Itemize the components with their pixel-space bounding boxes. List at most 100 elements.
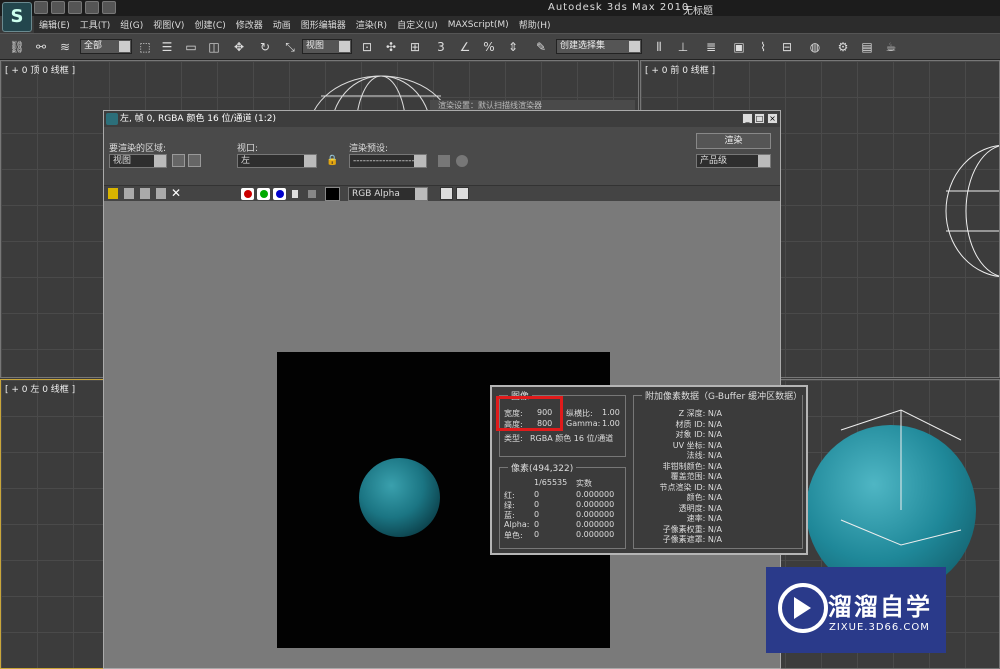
pixel-row-v2: 0.000000 bbox=[576, 490, 615, 499]
gbuffer-row: 颜色: N/A bbox=[686, 493, 722, 502]
render-setup-icon[interactable]: ⚙ bbox=[834, 38, 852, 56]
scale-icon[interactable]: ⤡ bbox=[281, 38, 299, 56]
render-button[interactable]: 渲染 bbox=[696, 133, 771, 149]
bind-spacewarp-icon[interactable]: ≋ bbox=[56, 38, 74, 56]
new-file-icon[interactable] bbox=[34, 1, 48, 14]
toggle-ui-icon[interactable] bbox=[456, 187, 469, 200]
gbuffer-row: 覆盖范围: N/A bbox=[670, 472, 722, 481]
named-selection-dropdown[interactable]: 创建选择集 bbox=[556, 39, 642, 54]
menu-item[interactable]: 渲染(R) bbox=[351, 18, 392, 31]
menu-item[interactable]: 组(G) bbox=[115, 18, 148, 31]
rotate-icon[interactable]: ↻ bbox=[256, 38, 274, 56]
minimize-button[interactable]: _ bbox=[742, 113, 753, 124]
menu-item[interactable]: 工具(T) bbox=[75, 18, 116, 31]
red-channel-toggle[interactable] bbox=[241, 188, 254, 200]
menu-item[interactable]: 动画 bbox=[268, 18, 296, 31]
save-image-icon[interactable] bbox=[108, 188, 118, 199]
clear-icon[interactable]: ✕ bbox=[171, 186, 181, 200]
blue-channel-toggle[interactable] bbox=[273, 188, 286, 200]
viewport-label-front[interactable]: [ + 0 前 0 线框 ] bbox=[645, 63, 715, 76]
main-toolbar: ⛓ ⚯ ≋ 全部 ⬚ ☰ ▭ ◫ ✥ ↻ ⤡ 视图 ⊡ ✣ ⊞ 3 ∠ % ⇕ … bbox=[0, 33, 1000, 60]
select-by-name-icon[interactable]: ☰ bbox=[158, 38, 176, 56]
select-object-icon[interactable]: ⬚ bbox=[136, 38, 154, 56]
graphite-tools-icon[interactable]: ▣ bbox=[730, 38, 748, 56]
render-quality-dropdown[interactable]: 产品级 bbox=[696, 154, 771, 168]
preset-dropdown[interactable]: ------------------- bbox=[349, 154, 427, 168]
rendered-frame-icon[interactable]: ▤ bbox=[858, 38, 876, 56]
auto-region-icon[interactable] bbox=[188, 154, 201, 167]
preset-save-icon[interactable] bbox=[438, 155, 450, 167]
move-icon[interactable]: ✥ bbox=[230, 38, 248, 56]
unlink-icon[interactable]: ⚯ bbox=[32, 38, 50, 56]
select-link-icon[interactable]: ⛓ bbox=[8, 38, 26, 56]
quick-render-icon[interactable]: ☕ bbox=[882, 38, 900, 56]
pivot-center-icon[interactable]: ⊡ bbox=[358, 38, 376, 56]
pixel-head-int: 1/65535 bbox=[534, 478, 568, 487]
pixel-row-name: 单色: bbox=[504, 531, 523, 540]
menu-item[interactable]: 图形编辑器 bbox=[296, 18, 351, 31]
app-logo-button[interactable]: S bbox=[2, 2, 32, 32]
toggle-ui-overlay-icon[interactable] bbox=[440, 187, 453, 200]
channel-dropdown[interactable]: RGB Alpha bbox=[348, 187, 428, 201]
green-channel-toggle[interactable] bbox=[257, 188, 270, 200]
open-file-icon[interactable] bbox=[51, 1, 65, 14]
keyboard-shortcut-icon[interactable]: ⊞ bbox=[406, 38, 424, 56]
watermark-url: ZIXUE.3D66.COM bbox=[829, 622, 930, 633]
type-value: RGBA 颜色 16 位/通道 bbox=[530, 434, 614, 443]
print-icon[interactable] bbox=[156, 188, 166, 199]
pixel-row-v1: 0 bbox=[534, 520, 540, 529]
menu-item[interactable]: 视图(V) bbox=[148, 18, 189, 31]
menu-item[interactable]: 创建(C) bbox=[189, 18, 230, 31]
maximize-button[interactable]: □ bbox=[754, 113, 765, 124]
layer-manager-icon[interactable]: ≣ bbox=[702, 38, 720, 56]
render-window-title: 左, 帧 0, RGBA 颜色 16 位/通道 (1:2) bbox=[104, 111, 780, 127]
color-swatch[interactable] bbox=[325, 187, 340, 201]
viewport-select-label: 视口: bbox=[237, 144, 259, 154]
reference-coord-dropdown[interactable]: 视图 bbox=[302, 39, 352, 54]
aspect-label: 纵横比: bbox=[566, 409, 593, 418]
window-crossing-icon[interactable]: ◫ bbox=[205, 38, 223, 56]
viewport-label-left[interactable]: [ + 0 左 0 线框 ] bbox=[5, 382, 75, 395]
menu-item[interactable]: 帮助(H) bbox=[514, 18, 556, 31]
copy-image-icon[interactable] bbox=[124, 188, 134, 199]
pixel-row-name: Alpha: bbox=[504, 520, 530, 529]
area-dropdown[interactable]: 视图 bbox=[109, 154, 167, 168]
angle-snap-icon[interactable]: ∠ bbox=[456, 38, 474, 56]
watermark-triangle-icon bbox=[794, 597, 811, 619]
viewport-dropdown[interactable]: 左 bbox=[237, 154, 317, 168]
spinner-snap-icon[interactable]: ⇕ bbox=[504, 38, 522, 56]
redo-icon[interactable] bbox=[102, 1, 116, 14]
lock-icon[interactable]: 🔒 bbox=[326, 155, 338, 167]
gbuffer-group-title: 附加像素数据（G-Buffer 缓冲区数据） bbox=[642, 389, 802, 402]
preset-label: 渲染预设: bbox=[349, 144, 389, 154]
edit-named-selection-icon[interactable]: ✎ bbox=[532, 38, 550, 56]
gbuffer-row: Z 深度: N/A bbox=[678, 409, 722, 418]
wireframe-sphere-front bbox=[945, 144, 999, 278]
render-setup-gear-icon[interactable] bbox=[456, 155, 468, 167]
undo-icon[interactable] bbox=[85, 1, 99, 14]
rect-selection-icon[interactable]: ▭ bbox=[182, 38, 200, 56]
edit-region-icon[interactable] bbox=[172, 154, 185, 167]
align-icon[interactable]: ⊥ bbox=[674, 38, 692, 56]
mono-toggle-icon[interactable] bbox=[308, 190, 316, 198]
highlight-box bbox=[496, 396, 563, 431]
snap-toggle-icon[interactable]: 3 bbox=[432, 38, 450, 56]
gamma-label: Gamma: bbox=[566, 419, 601, 428]
mirror-icon[interactable]: ⫴ bbox=[650, 38, 668, 56]
alpha-toggle-icon[interactable] bbox=[292, 190, 298, 198]
close-button[interactable]: × bbox=[767, 113, 778, 124]
selection-filter-dropdown[interactable]: 全部 bbox=[80, 39, 132, 54]
clone-window-icon[interactable] bbox=[140, 188, 150, 199]
save-file-icon[interactable] bbox=[68, 1, 82, 14]
gbuffer-row: 速率: N/A bbox=[686, 514, 722, 523]
percent-snap-icon[interactable]: % bbox=[480, 38, 498, 56]
menu-item[interactable]: MAXScript(M) bbox=[443, 20, 514, 30]
menu-item[interactable]: 编辑(E) bbox=[34, 18, 75, 31]
menu-item[interactable]: 修改器 bbox=[231, 18, 268, 31]
curve-editor-icon[interactable]: ⌇ bbox=[754, 38, 772, 56]
schematic-view-icon[interactable]: ⊟ bbox=[778, 38, 796, 56]
material-editor-icon[interactable]: ◍ bbox=[806, 38, 824, 56]
menu-item[interactable]: 自定义(U) bbox=[392, 18, 443, 31]
select-manipulate-icon[interactable]: ✣ bbox=[382, 38, 400, 56]
viewport-label-top[interactable]: [ + 0 顶 0 线框 ] bbox=[5, 63, 75, 76]
